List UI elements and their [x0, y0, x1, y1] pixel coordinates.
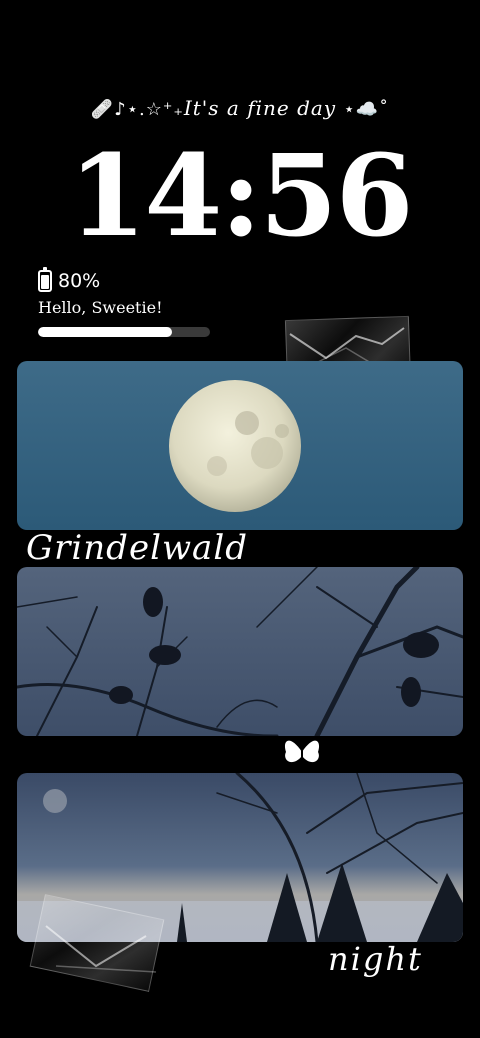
tagline-decoration-suffix: ⋆☁️˚ — [343, 99, 390, 120]
battery-percent: 80% — [58, 270, 101, 292]
butterfly-icon — [284, 740, 320, 764]
greeting-progress-bar — [38, 327, 210, 337]
battery-fill — [41, 274, 49, 289]
tape-crinkle-icon-bottom — [45, 925, 157, 973]
battery-icon — [38, 267, 52, 292]
tagline-decoration-prefix: 🩹♪⋆.☆⁺₊ — [90, 99, 184, 120]
caption-grindelwald: Grindelwald — [26, 528, 248, 568]
lockscreen-clock[interactable]: 14:56 — [0, 132, 480, 262]
greeting-progress-fill — [38, 327, 173, 337]
lockscreen-tagline: 🩹♪⋆.☆⁺₊It's a fine day ⋆☁️˚ — [0, 96, 480, 120]
birds-branches-photo[interactable] — [17, 567, 463, 736]
tagline-text: It's a fine day — [183, 96, 337, 120]
moon-photo[interactable] — [17, 361, 463, 530]
battery-widget[interactable]: 80% — [38, 267, 101, 292]
greeting-text: Hello, Sweetie! — [38, 298, 163, 317]
caption-night: night — [328, 940, 423, 978]
